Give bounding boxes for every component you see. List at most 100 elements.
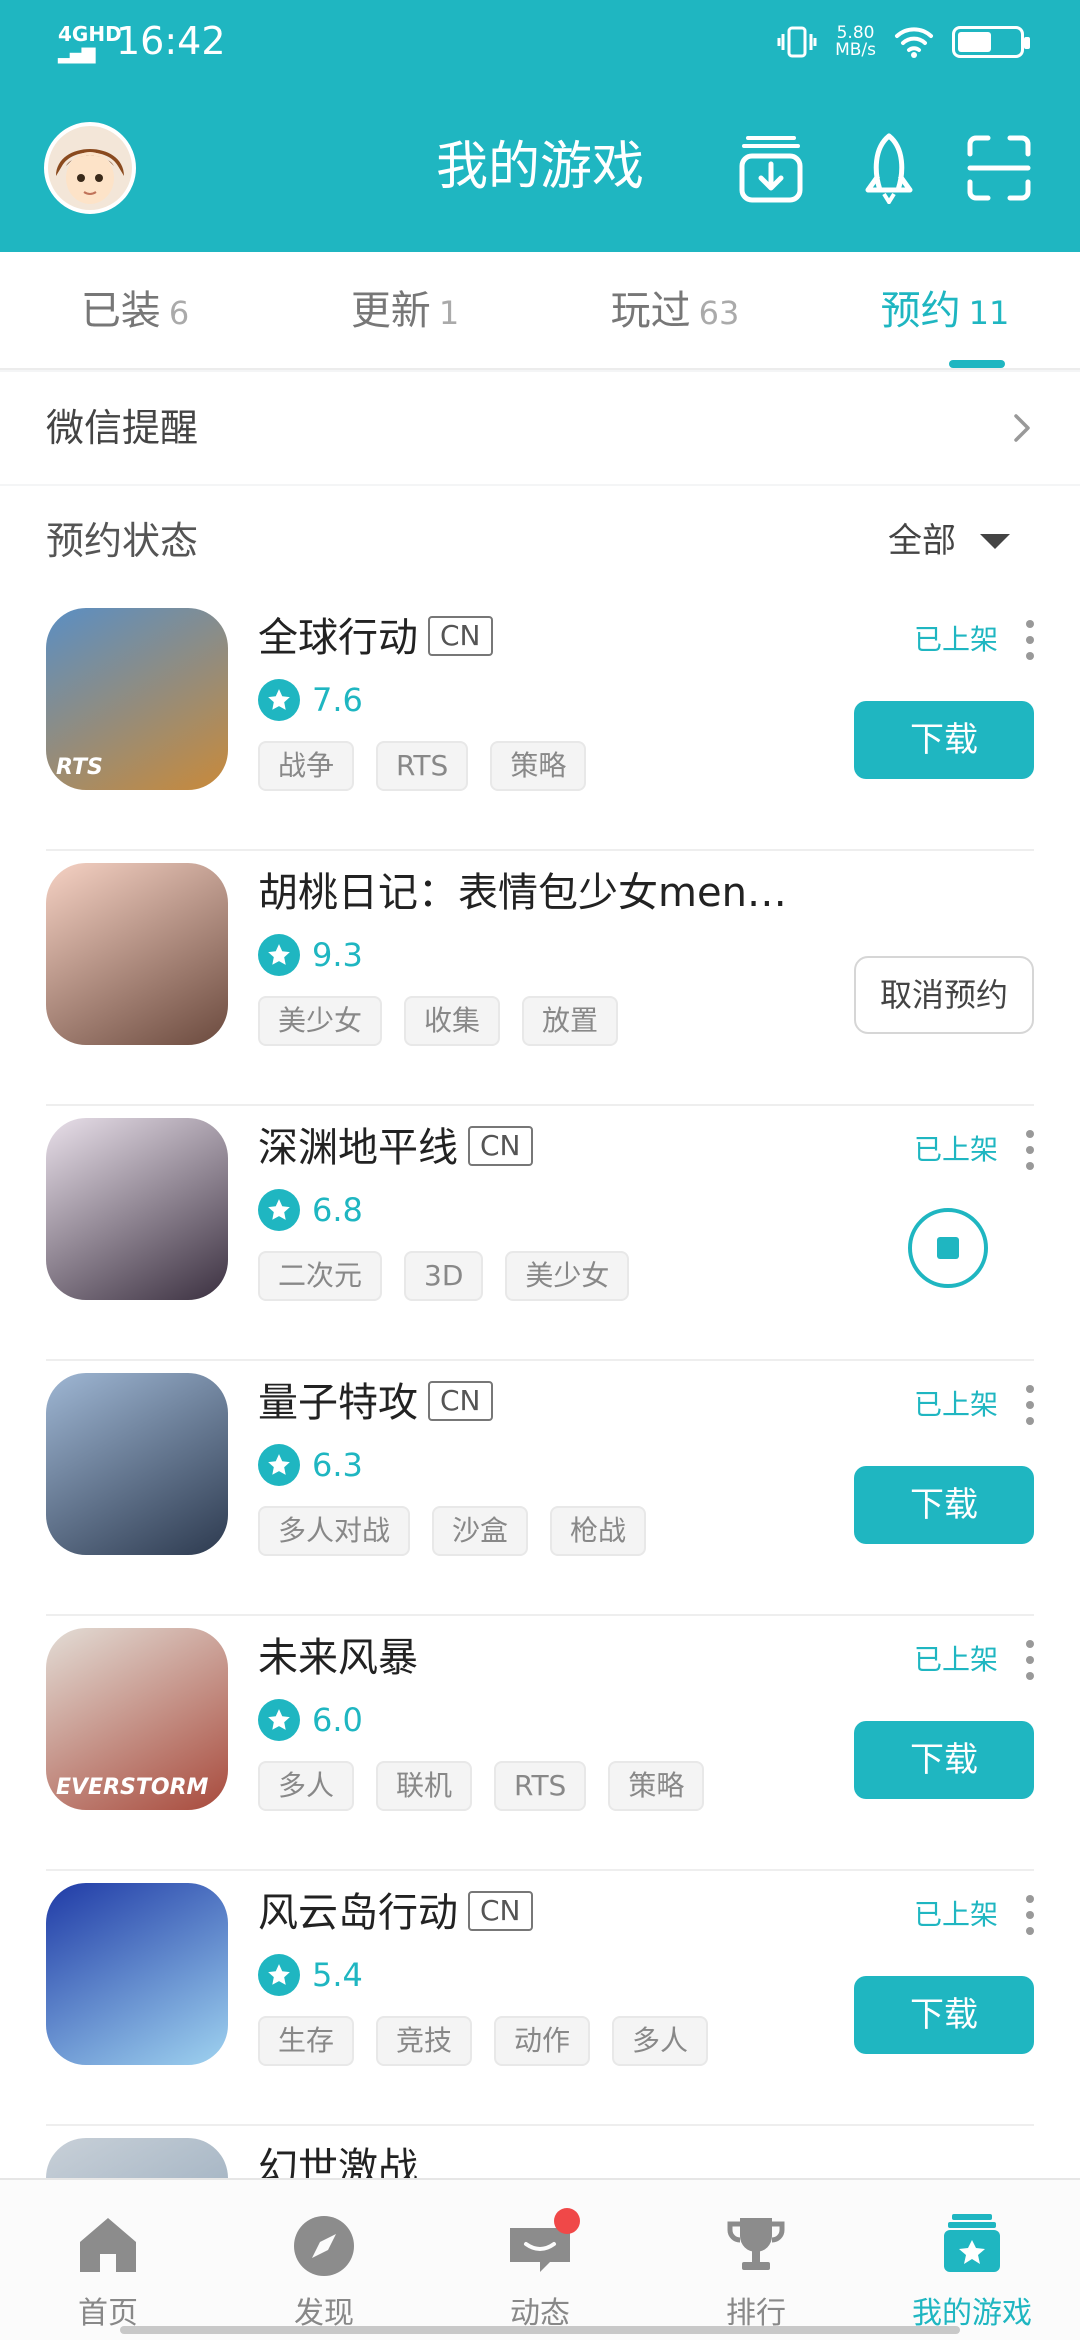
net-speed: 5.80 MB/s <box>835 25 876 59</box>
stop-download-icon[interactable] <box>908 1208 988 1288</box>
game-row[interactable]: 风云岛行动 CN 5.4 生存 竞技 动作 多人 已上架下载 <box>0 1871 1080 2126</box>
game-tags: 生存 竞技 动作 多人 <box>258 2016 709 2066</box>
game-icon-text: RTS <box>56 755 103 780</box>
star-icon <box>258 934 300 976</box>
game-icon <box>46 863 228 1045</box>
tab-played[interactable]: 玩过 63 <box>540 252 810 368</box>
game-icon <box>46 1373 228 1555</box>
game-tag[interactable]: 多人 <box>258 1761 355 1811</box>
game-icon <box>46 1883 228 2065</box>
more-options-icon[interactable] <box>1024 1385 1036 1425</box>
network-indicator: 4GHD ▂▄▆ <box>58 24 122 64</box>
more-options-icon[interactable] <box>1024 1640 1036 1680</box>
status-right: 5.80 MB/s <box>777 22 1030 62</box>
game-row[interactable]: EVERSTORM 未来风暴 6.0 多人 联机 RTS 策略 已上架下载 <box>0 1616 1080 1871</box>
region-badge: CN <box>428 1381 493 1421</box>
nav-ranking[interactable]: 排行 <box>648 2180 864 2340</box>
wechat-reminder-row[interactable]: 微信提醒 <box>0 372 1080 484</box>
game-tag[interactable]: 策略 <box>490 741 587 791</box>
more-options-icon[interactable] <box>1024 1130 1036 1170</box>
app-header: 4GHD ▂▄▆ 16:42 5.80 MB/s 我的游戏 <box>0 0 1080 252</box>
region-badge: CN <box>428 616 493 656</box>
more-options-icon[interactable] <box>1024 620 1036 660</box>
tab-label: 玩过 <box>610 288 691 334</box>
game-tags: 多人对战 沙盒 枪战 <box>258 1506 647 1556</box>
game-tag[interactable]: 竞技 <box>376 2016 473 2066</box>
scan-button[interactable] <box>966 132 1032 204</box>
rating-score: 6.0 <box>312 1701 363 1739</box>
game-tags: 美少女 收集 放置 <box>258 996 619 1046</box>
download-button[interactable]: 下载 <box>854 701 1034 779</box>
download-manager-button[interactable] <box>738 132 804 204</box>
game-tabs: 已装 6 更新 1 玩过 63 预约 11 <box>0 252 1080 370</box>
release-status: 已上架 <box>913 1898 998 1931</box>
download-box-icon <box>739 136 803 203</box>
release-status: 已上架 <box>913 1643 998 1676</box>
game-tag[interactable]: 美少女 <box>505 1251 630 1301</box>
tab-count: 1 <box>438 294 460 332</box>
tab-installed[interactable]: 已装 6 <box>0 252 270 368</box>
status-filter-dropdown[interactable]: 全部 <box>888 486 956 596</box>
tab-label: 更新 <box>350 288 431 334</box>
game-row[interactable]: 幻世激战 <box>0 2126 1080 2178</box>
game-title: 量子特攻 <box>258 1380 418 1426</box>
game-row[interactable]: 胡桃日记：表情包少女men… 9.3 美少女 收集 放置 取消预约 <box>0 851 1080 1106</box>
nav-feed[interactable]: 动态 <box>432 2180 648 2340</box>
download-button[interactable]: 下载 <box>854 1466 1034 1544</box>
game-tag[interactable]: 联机 <box>376 1761 473 1811</box>
game-title: 风云岛行动 <box>258 1890 458 1936</box>
game-title: 全球行动 <box>258 615 418 661</box>
game-tag[interactable]: 放置 <box>522 996 619 1046</box>
net-speed-unit: MB/s <box>835 40 876 60</box>
star-icon <box>258 1189 300 1231</box>
game-tag[interactable]: RTS <box>376 741 469 791</box>
rating-score: 6.8 <box>312 1191 363 1229</box>
game-tag[interactable]: 动作 <box>494 2016 591 2066</box>
game-tag[interactable]: 策略 <box>608 1761 705 1811</box>
download-button[interactable]: 下载 <box>854 1721 1034 1799</box>
rating-score: 9.3 <box>312 936 363 974</box>
game-row[interactable]: 深渊地平线 CN 6.8 二次元 3D 美少女 已上架 <box>0 1106 1080 1361</box>
reservation-status-label: 预约状态 <box>46 519 199 563</box>
rating-score: 5.4 <box>312 1956 363 1994</box>
game-tag[interactable]: 生存 <box>258 2016 355 2066</box>
region-badge: CN <box>468 1891 533 1931</box>
game-tag[interactable]: 二次元 <box>258 1251 383 1301</box>
game-tag[interactable]: 沙盒 <box>432 1506 529 1556</box>
my-games-icon <box>944 2214 1000 2272</box>
tab-label: 预约 <box>880 288 961 334</box>
compass-icon <box>294 2216 354 2276</box>
nav-my-games[interactable]: 我的游戏 <box>864 2180 1080 2340</box>
game-tags: 战争 RTS 策略 <box>258 741 587 791</box>
star-icon <box>258 1444 300 1486</box>
trophy-icon <box>727 2218 785 2270</box>
game-tag[interactable]: 美少女 <box>258 996 383 1046</box>
battery-icon <box>952 26 1030 58</box>
nav-discover[interactable]: 发现 <box>216 2180 432 2340</box>
nav-home[interactable]: 首页 <box>0 2180 216 2340</box>
game-tag[interactable]: 3D <box>404 1251 484 1301</box>
release-status: 已上架 <box>913 1388 998 1421</box>
game-tags: 二次元 3D 美少女 <box>258 1251 630 1301</box>
game-title: 未来风暴 <box>258 1635 418 1681</box>
download-button[interactable]: 下载 <box>854 1976 1034 2054</box>
game-tag[interactable]: 战争 <box>258 741 355 791</box>
game-name: 量子特攻 CN <box>258 1377 493 1429</box>
game-tag[interactable]: 收集 <box>404 996 501 1046</box>
game-tag[interactable]: 多人 <box>612 2016 709 2066</box>
game-tag[interactable]: RTS <box>494 1761 587 1811</box>
release-status: 已上架 <box>913 1133 998 1166</box>
cancel-reservation-button[interactable]: 取消预约 <box>854 956 1034 1034</box>
more-options-icon[interactable] <box>1024 1895 1036 1935</box>
tab-updates[interactable]: 更新 1 <box>270 252 540 368</box>
game-row[interactable]: 量子特攻 CN 6.3 多人对战 沙盒 枪战 已上架 下载 <box>0 1361 1080 1616</box>
game-tag[interactable]: 枪战 <box>550 1506 647 1556</box>
speedup-button[interactable] <box>856 132 922 206</box>
tab-reserved[interactable]: 预约 11 <box>810 252 1080 368</box>
game-icon-text: EVERSTORM <box>56 1775 209 1800</box>
game-tag[interactable]: 多人对战 <box>258 1506 411 1556</box>
game-name: 深渊地平线 CN <box>258 1122 533 1174</box>
status-time: 16:42 <box>116 19 226 63</box>
game-row[interactable]: RTS 全球行动 CN 7.6 战争 RTS 策略 已上架 下载 <box>0 596 1080 851</box>
home-indicator <box>120 2326 960 2334</box>
